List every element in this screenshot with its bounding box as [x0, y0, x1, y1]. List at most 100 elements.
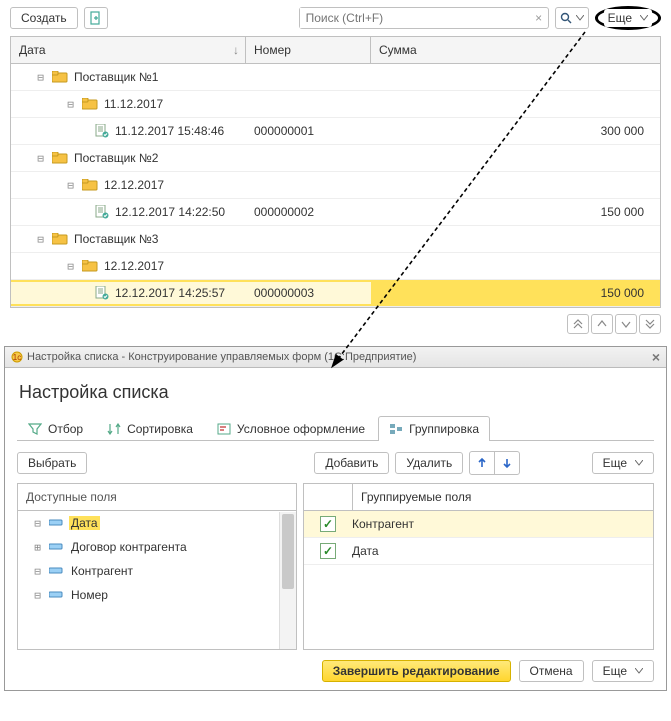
cell-number [246, 262, 371, 270]
checkbox[interactable]: ✓ [320, 516, 336, 532]
field-icon [49, 567, 63, 575]
nav-first-button[interactable] [567, 314, 589, 334]
table-row[interactable]: 12.12.2017 14:25:57000000003150 000 [11, 280, 660, 307]
expand-toggle[interactable]: ⊟ [32, 589, 43, 602]
move-up-button[interactable] [470, 452, 494, 474]
move-buttons [469, 451, 520, 475]
expand-toggle[interactable]: ⊟ [65, 179, 76, 192]
field-label: Дата [69, 516, 100, 530]
field-label: Номер [69, 588, 110, 602]
scrollbar[interactable] [279, 512, 296, 649]
tab-group[interactable]: Группировка [378, 416, 490, 441]
choose-button[interactable]: Выбрать [17, 452, 87, 474]
checkbox[interactable]: ✓ [320, 543, 336, 559]
search-clear-button[interactable]: × [530, 11, 548, 25]
sort-desc-icon: ↓ [233, 43, 239, 57]
cell-number [246, 73, 371, 81]
available-field-item[interactable]: ⊞ Договор контрагента [18, 535, 296, 559]
table-body: ⊟Поставщик №1⊟11.12.201711.12.2017 15:48… [11, 64, 660, 307]
tab-content: Выбрать Добавить Удалить Еще Доступные п… [17, 441, 654, 650]
folder-icon [82, 260, 98, 272]
field-icon [49, 591, 63, 599]
expand-toggle[interactable]: ⊟ [65, 260, 76, 273]
expand-toggle[interactable]: ⊟ [35, 71, 46, 84]
chevron-down-icon [635, 668, 643, 674]
close-button[interactable]: × [652, 349, 660, 365]
tab-sort[interactable]: Сортировка [96, 416, 204, 441]
cell-sum [371, 154, 660, 162]
tab-filter-label: Отбор [48, 422, 83, 436]
tab-cond[interactable]: Условное оформление [206, 416, 376, 441]
grouped-field-label: Контрагент [352, 517, 414, 531]
more-button[interactable]: Еще [604, 9, 652, 27]
create-from-button[interactable] [84, 7, 108, 29]
folder-icon [82, 179, 98, 191]
table-row[interactable]: ⊟12.12.2017 [11, 172, 660, 199]
group-more-label: Еще [603, 456, 627, 470]
table-row[interactable]: ⊟Поставщик №2 [11, 145, 660, 172]
available-field-item[interactable]: ⊟ Дата [18, 511, 296, 535]
folder-icon [52, 152, 68, 164]
field-label: Договор контрагента [69, 540, 189, 554]
nav-last-button[interactable] [639, 314, 661, 334]
column-sum[interactable]: Сумма [371, 37, 660, 63]
move-down-button[interactable] [494, 452, 519, 474]
dialog-more-button[interactable]: Еще [592, 660, 654, 682]
delete-button[interactable]: Удалить [395, 452, 463, 474]
cell-sum: 150 000 [371, 201, 660, 223]
cell-sum: 300 000 [371, 120, 660, 142]
app-icon: 1c [11, 351, 23, 363]
table-row[interactable]: ⊟Поставщик №1 [11, 64, 660, 91]
chevron-down-icon [640, 15, 648, 21]
folder-icon [82, 98, 98, 110]
main-table: Дата ↓ Номер Сумма ⊟Поставщик №1⊟11.12.2… [10, 36, 661, 308]
expand-toggle[interactable]: ⊟ [32, 565, 43, 578]
list-settings-dialog: 1c Настройка списка - Конструирование уп… [4, 346, 667, 691]
sort-icon [107, 423, 121, 435]
add-button[interactable]: Добавить [314, 452, 389, 474]
search-input[interactable] [300, 8, 530, 28]
column-number[interactable]: Номер [246, 37, 371, 63]
grouped-fields-header: Группируемые поля [304, 484, 653, 511]
scrollbar-thumb[interactable] [282, 514, 294, 589]
finish-editing-button[interactable]: Завершить редактирование [322, 660, 511, 682]
more-button-emphasis-annotation: Еще [595, 6, 661, 30]
table-row[interactable]: ⊟ 12.12.2017 [11, 253, 660, 280]
expand-toggle[interactable]: ⊟ [65, 98, 76, 111]
filter-icon [28, 423, 42, 435]
create-button[interactable]: Создать [10, 7, 78, 29]
document-posted-icon [95, 286, 109, 300]
search-dropdown-button[interactable] [555, 7, 589, 29]
grouped-field-item[interactable]: ✓ Дата [304, 538, 653, 565]
doc-date: 12.12.2017 14:22:50 [115, 205, 225, 219]
column-date[interactable]: Дата ↓ [11, 37, 246, 63]
tabs: Отбор Сортировка Условное оформление Гру… [17, 415, 654, 441]
expand-toggle[interactable]: ⊟ [32, 517, 43, 530]
table-row[interactable]: 11.12.2017 15:48:46000000001300 000 [11, 118, 660, 145]
nav-up-button[interactable] [591, 314, 613, 334]
expand-toggle[interactable]: ⊟ [35, 152, 46, 165]
nav-down-button[interactable] [615, 314, 637, 334]
table-row[interactable]: ⊟Поставщик №3 [11, 226, 660, 253]
cond-format-icon [217, 423, 231, 435]
cancel-button[interactable]: Отмена [519, 660, 584, 682]
dialog-titlebar: 1c Настройка списка - Конструирование уп… [5, 347, 666, 368]
cell-number: 000000003 [246, 282, 371, 304]
table-row[interactable]: ⊟11.12.2017 [11, 91, 660, 118]
expand-toggle[interactable]: ⊟ [35, 233, 46, 246]
available-field-item[interactable]: ⊟ Номер [18, 583, 296, 607]
search-input-wrap: × [299, 7, 549, 29]
table-row[interactable]: 12.12.2017 14:22:50000000002150 000 [11, 199, 660, 226]
cell-number: 000000001 [246, 120, 371, 142]
chevron-down-icon [635, 460, 643, 466]
group-more-button[interactable]: Еще [592, 452, 654, 474]
available-field-item[interactable]: ⊟Контрагент [18, 559, 296, 583]
grouped-field-label: Дата [352, 544, 379, 558]
expand-toggle[interactable]: ⊞ [32, 541, 43, 554]
grouped-field-item[interactable]: ✓ Контрагент [304, 511, 653, 538]
nav-cluster [0, 308, 671, 340]
magnifier-icon [560, 12, 572, 24]
tab-filter[interactable]: Отбор [17, 416, 94, 441]
field-icon [49, 543, 63, 551]
group-label: 12.12.2017 [104, 259, 164, 273]
